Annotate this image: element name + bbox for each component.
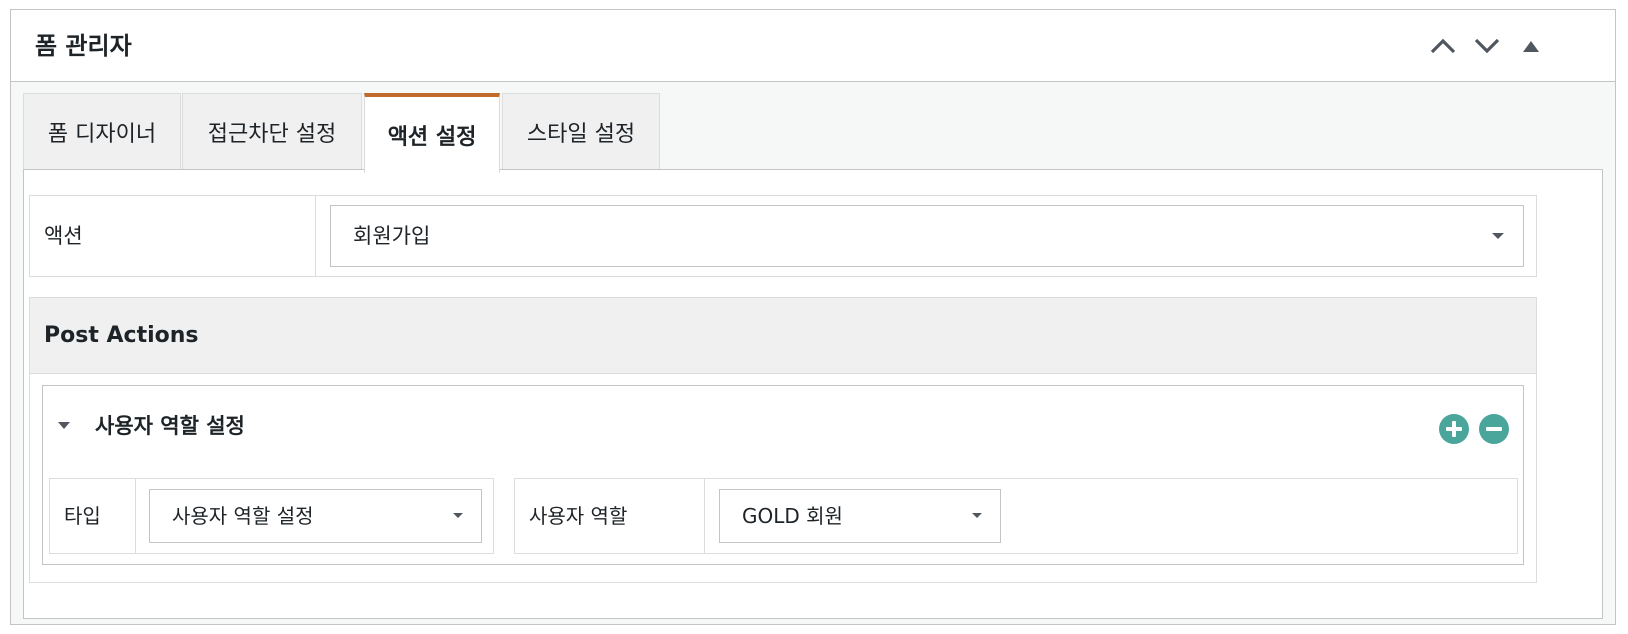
role-field-group: 사용자 역할 GOLD 회원 (514, 478, 1518, 554)
tab-content: 액션 회원가입 Post Actions 사용자 역할 설정 타입 사용자 역할… (23, 169, 1603, 619)
move-up-button[interactable] (1423, 26, 1463, 66)
panel-header: 폼 관리자 (11, 10, 1615, 82)
role-select-value: GOLD 회원 (742, 504, 843, 528)
post-action-item-title: 사용자 역할 설정 (95, 414, 245, 438)
collapse-toggle-button[interactable] (1511, 26, 1551, 66)
move-down-button[interactable] (1467, 26, 1507, 66)
type-field-group: 타입 사용자 역할 설정 (49, 478, 494, 554)
chevron-down-icon (453, 513, 463, 518)
type-label: 타입 (50, 479, 136, 553)
tab-label: 스타일 설정 (526, 122, 636, 147)
triangle-up-icon (1523, 41, 1539, 52)
post-actions-title: Post Actions (30, 298, 1536, 374)
tab-style-settings[interactable]: 스타일 설정 (502, 93, 660, 171)
type-select-value: 사용자 역할 설정 (172, 504, 314, 528)
chevron-down-icon (972, 513, 982, 518)
type-select[interactable]: 사용자 역할 설정 (149, 489, 482, 543)
action-row: 액션 회원가입 (29, 195, 1537, 277)
tab-label: 접근차단 설정 (207, 122, 337, 147)
action-select-value: 회원가입 (353, 224, 431, 248)
caret-down-icon (58, 422, 70, 429)
tab-action-settings[interactable]: 액션 설정 (364, 93, 500, 173)
post-action-item: 사용자 역할 설정 타입 사용자 역할 설정 사용자 역할 GOLD 회원 (42, 385, 1524, 565)
action-label: 액션 (30, 196, 316, 276)
role-label: 사용자 역할 (515, 479, 705, 553)
add-action-button[interactable] (1439, 414, 1469, 444)
role-select[interactable]: GOLD 회원 (719, 489, 1001, 543)
item-collapse-toggle[interactable] (57, 416, 77, 436)
tab-access-block-settings[interactable]: 접근차단 설정 (182, 93, 362, 171)
remove-action-button[interactable] (1479, 414, 1509, 444)
form-manager-panel: 폼 관리자 폼 디자이너 접근차단 설정 액션 설정 스타일 설정 액션 회원가… (10, 9, 1616, 625)
tab-form-designer[interactable]: 폼 디자이너 (23, 93, 181, 171)
chevron-down-icon (1474, 38, 1500, 54)
tab-label: 폼 디자이너 (47, 122, 157, 147)
action-select[interactable]: 회원가입 (330, 205, 1524, 267)
panel-title: 폼 관리자 (35, 32, 132, 60)
post-actions-box: Post Actions 사용자 역할 설정 타입 사용자 역할 설정 사용자 … (29, 297, 1537, 583)
tab-label: 액션 설정 (387, 125, 477, 150)
chevron-down-icon (1492, 233, 1504, 239)
chevron-up-icon (1430, 38, 1456, 54)
